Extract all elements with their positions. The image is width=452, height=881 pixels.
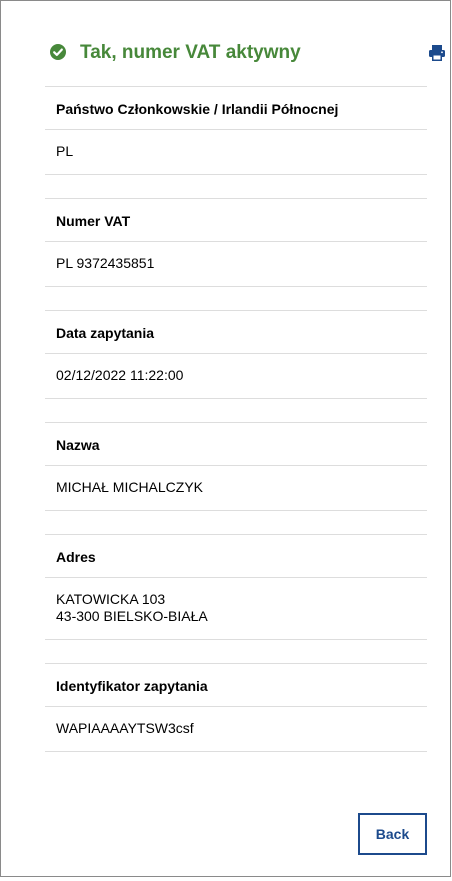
- check-circle-icon: [50, 44, 66, 60]
- field-value-request-id: WAPIAAAAYTSW3csf: [45, 707, 427, 752]
- print-icon[interactable]: [428, 44, 446, 62]
- field-label-vat-number: Numer VAT: [45, 198, 427, 242]
- vat-details: Państwo Członkowskie / Irlandii Północne…: [45, 86, 427, 752]
- back-button[interactable]: Back: [358, 813, 427, 855]
- field-label-name: Nazwa: [45, 422, 427, 466]
- status-header: Tak, numer VAT aktywny: [50, 40, 450, 70]
- field-value-address: KATOWICKA 103 43-300 BIELSKO-BIAŁA: [45, 578, 427, 640]
- field-label-request-id: Identyfikator zapytania: [45, 663, 427, 707]
- field-value-member-state: PL: [45, 130, 427, 175]
- field-label-request-date: Data zapytania: [45, 310, 427, 354]
- field-value-request-date: 02/12/2022 11:22:00: [45, 354, 427, 399]
- field-label-member-state: Państwo Członkowskie / Irlandii Północne…: [45, 86, 427, 130]
- status-title: Tak, numer VAT aktywny: [80, 42, 301, 63]
- field-value-name: MICHAŁ MICHALCZYK: [45, 466, 427, 511]
- field-value-vat-number: PL 9372435851: [45, 242, 427, 287]
- field-label-address: Adres: [45, 534, 427, 578]
